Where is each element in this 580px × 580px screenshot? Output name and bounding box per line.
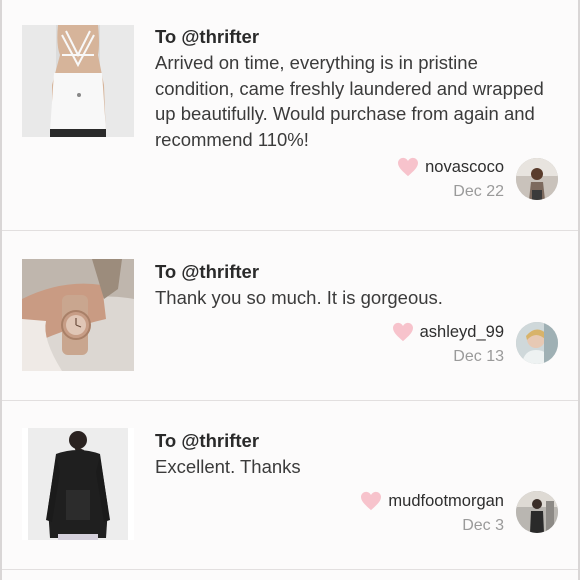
review-recipient: To @thrifter xyxy=(155,430,260,451)
review-recipient: To @thrifter xyxy=(155,261,260,282)
reviewer-username[interactable]: ashleyd_99 xyxy=(420,323,504,342)
reviewer-username[interactable]: mudfootmorgan xyxy=(388,492,504,511)
review-meta: mudfootmorgan Dec 3 xyxy=(360,491,504,535)
reviewer-line: ashleyd_99 xyxy=(392,322,504,342)
review-meta: ashleyd_99 Dec 13 xyxy=(392,322,504,366)
review-message: Thank you so much. It is gorgeous. xyxy=(155,287,443,308)
review-date: Dec 13 xyxy=(453,348,504,365)
review-date: Dec 22 xyxy=(453,183,504,200)
reviews-page: To @thrifter Arrived on time, everything… xyxy=(0,0,580,580)
review-item: To @thrifter Thank you so much. It is go… xyxy=(2,231,578,401)
review-date: Dec 3 xyxy=(462,517,504,534)
review-item: To @thrifter Arrived on time, everything… xyxy=(2,0,578,231)
reviewer-avatar[interactable] xyxy=(516,322,558,364)
review-recipient: To @thrifter xyxy=(155,26,260,47)
review-item: To @thrifter Excellent. Thanks mudfootmo… xyxy=(2,401,578,570)
reviewer-avatar[interactable] xyxy=(516,491,558,533)
product-thumbnail-watch[interactable] xyxy=(22,259,134,371)
review-message: Arrived on time, everything is in pristi… xyxy=(155,52,544,150)
reviewer-username[interactable]: novascoco xyxy=(425,158,504,177)
product-thumbnail-tank-top[interactable] xyxy=(22,25,134,137)
heart-icon xyxy=(392,322,413,342)
reviewer-line: novascoco xyxy=(397,157,504,177)
reviewer-avatar[interactable] xyxy=(516,158,558,200)
reviewer-line: mudfootmorgan xyxy=(360,491,504,511)
heart-icon xyxy=(361,491,382,511)
review-message: Excellent. Thanks xyxy=(155,456,301,477)
product-thumbnail-jacket[interactable] xyxy=(22,428,134,540)
heart-icon xyxy=(398,157,419,177)
review-meta: novascoco Dec 22 xyxy=(397,157,504,201)
